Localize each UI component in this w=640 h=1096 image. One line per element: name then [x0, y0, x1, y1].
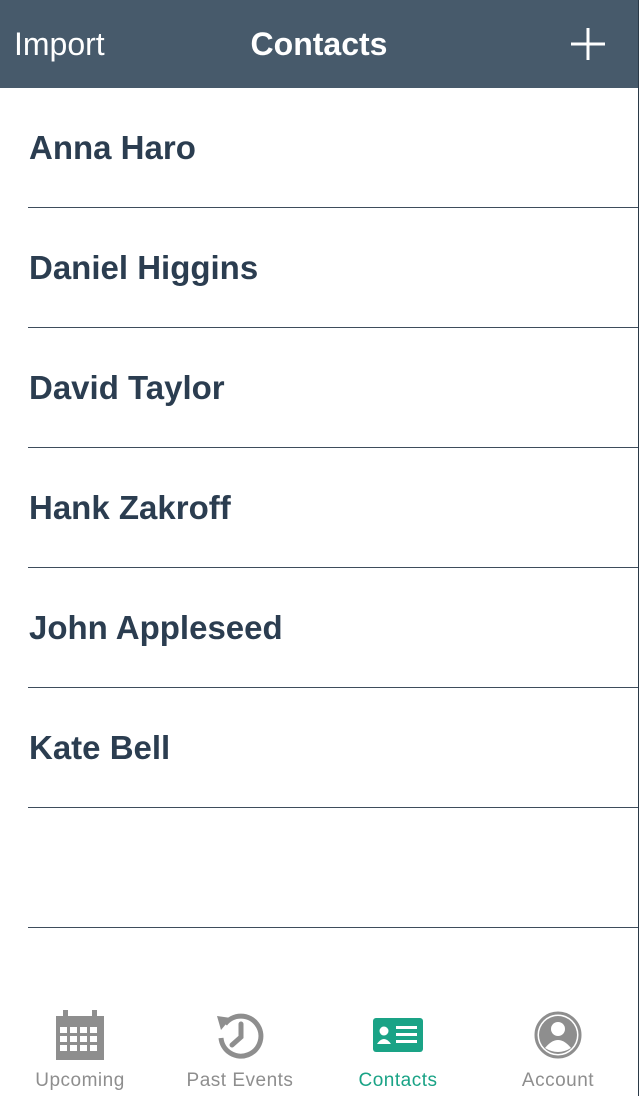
account-icon: [534, 1011, 582, 1059]
nav-bar: Import Contacts: [0, 0, 638, 88]
contact-name: John Appleseed: [29, 609, 283, 646]
tab-bar: Upcoming Past Events Contacts Account: [0, 1000, 638, 1096]
row-divider: [28, 927, 638, 928]
list-item[interactable]: Anna Haro: [0, 88, 638, 208]
list-item[interactable]: John Appleseed: [0, 568, 638, 688]
list-item[interactable]: [0, 808, 638, 928]
contact-name: Anna Haro: [29, 129, 196, 166]
calendar-icon: [56, 1010, 104, 1060]
tab-label: Account: [521, 1070, 595, 1091]
list-item[interactable]: Daniel Higgins: [0, 208, 638, 328]
contact-name: Hank Zakroff: [29, 489, 231, 526]
contact-name: Kate Bell: [29, 729, 171, 766]
tab-past-events[interactable]: Past Events: [160, 1000, 320, 1096]
tab-upcoming[interactable]: Upcoming: [0, 1000, 160, 1096]
tab-label: Upcoming: [35, 1070, 125, 1091]
contact-name: Daniel Higgins: [29, 249, 259, 286]
history-icon: [217, 1013, 264, 1059]
tab-label: Contacts: [358, 1070, 438, 1091]
import-button[interactable]: Import: [14, 24, 105, 64]
plus-icon: [571, 28, 605, 60]
add-contact-button[interactable]: [566, 24, 610, 64]
contacts-list: Anna Haro Daniel Higgins David Taylor Ha…: [0, 88, 638, 928]
tab-contacts[interactable]: Contacts: [318, 1000, 478, 1096]
list-item[interactable]: Kate Bell: [0, 688, 638, 808]
contact-card-icon: [373, 1018, 423, 1052]
list-item[interactable]: Hank Zakroff: [0, 448, 638, 568]
list-item[interactable]: David Taylor: [0, 328, 638, 448]
contact-name: David Taylor: [29, 369, 225, 406]
tab-label: Past Events: [186, 1070, 294, 1091]
tab-account[interactable]: Account: [478, 1000, 638, 1096]
